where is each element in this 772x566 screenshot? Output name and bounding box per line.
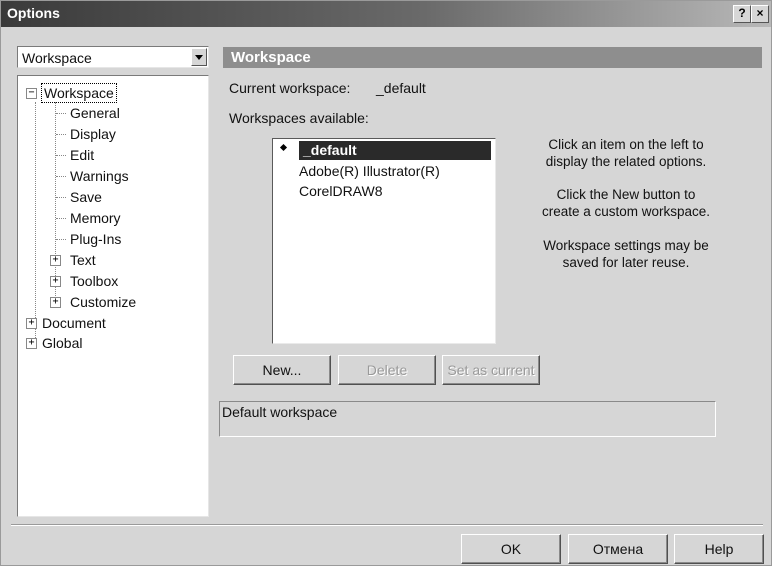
help-title-button[interactable]: ? <box>733 5 751 23</box>
tree-node-edit[interactable]: Edit <box>70 146 94 164</box>
collapse-icon[interactable]: − <box>26 88 37 99</box>
tree-node-plugins[interactable]: Plug-Ins <box>70 230 121 248</box>
help-line: Click an item on the left to <box>548 137 704 152</box>
tree-node-label: Customize <box>70 294 137 310</box>
expand-icon[interactable]: + <box>50 255 61 266</box>
options-dialog: Options ? × Workspace − Workspace Genera… <box>0 0 772 566</box>
expand-icon[interactable]: + <box>26 318 37 329</box>
tree-line <box>56 155 66 156</box>
tree-line <box>55 102 56 298</box>
description-box: Default workspace <box>219 401 716 437</box>
tree-line <box>56 134 66 135</box>
chevron-down-icon[interactable] <box>191 48 207 66</box>
expand-icon[interactable]: + <box>50 297 61 308</box>
help-text-2: Click the New button to create a custom … <box>521 186 731 220</box>
window-title: Options <box>7 5 60 21</box>
options-tree[interactable]: − Workspace General Display Edit Warning… <box>17 75 209 517</box>
tree-node-save[interactable]: Save <box>70 188 102 206</box>
panel-title: Workspace <box>231 49 311 66</box>
tree-line <box>56 197 66 198</box>
tree-node-warnings[interactable]: Warnings <box>70 167 129 185</box>
delete-button[interactable]: Delete <box>338 355 436 385</box>
tree-line <box>56 176 66 177</box>
tree-node-label: Workspace <box>41 83 117 103</box>
tree-line <box>35 102 36 346</box>
tree-node-label: Toolbox <box>70 273 119 289</box>
category-combo[interactable]: Workspace <box>17 46 209 68</box>
help-text-1: Click an item on the left to display the… <box>521 136 731 170</box>
help-line: Workspace settings may be <box>543 238 709 253</box>
workspaces-list[interactable]: _default Adobe(R) Illustrator(R) CorelDR… <box>272 138 496 344</box>
close-button[interactable]: × <box>751 5 769 23</box>
tree-node-general[interactable]: General <box>70 104 120 122</box>
help-line: Click the New button to <box>556 187 696 202</box>
tree-node-display[interactable]: Display <box>70 125 116 143</box>
new-button[interactable]: New... <box>233 355 331 385</box>
footer-separator <box>11 524 763 526</box>
panel-header: Workspace <box>223 47 762 68</box>
category-combo-value: Workspace <box>22 50 92 66</box>
tree-node-label: Text <box>70 252 96 268</box>
active-workspace-icon <box>279 143 288 152</box>
tree-node-memory[interactable]: Memory <box>70 209 121 227</box>
title-bar[interactable]: Options ? × <box>1 1 771 27</box>
workspaces-available-label: Workspaces available: <box>229 110 369 126</box>
tree-line <box>56 113 66 114</box>
list-item[interactable]: Adobe(R) Illustrator(R) <box>299 163 440 179</box>
description-text: Default workspace <box>222 404 338 420</box>
list-item[interactable]: CorelDRAW8 <box>299 183 383 199</box>
help-line: create a custom workspace. <box>541 204 711 219</box>
current-workspace-value: _default <box>376 80 426 96</box>
tree-node-label: Document <box>42 315 106 331</box>
cancel-button[interactable]: Отмена <box>568 534 668 564</box>
help-line: saved for later reuse. <box>562 255 690 270</box>
expand-icon[interactable]: + <box>50 276 61 287</box>
help-button[interactable]: Help <box>674 534 764 564</box>
help-line: display the related options. <box>545 154 707 169</box>
expand-icon[interactable]: + <box>26 338 37 349</box>
set-as-current-button[interactable]: Set as current <box>442 355 540 385</box>
current-workspace-label: Current workspace: <box>229 80 351 96</box>
list-item[interactable]: _default <box>299 141 491 160</box>
ok-button[interactable]: OK <box>461 534 561 564</box>
tree-line <box>56 218 66 219</box>
help-text-3: Workspace settings may be saved for late… <box>521 237 731 271</box>
tree-node-label: Global <box>42 335 83 351</box>
tree-line <box>56 239 66 240</box>
